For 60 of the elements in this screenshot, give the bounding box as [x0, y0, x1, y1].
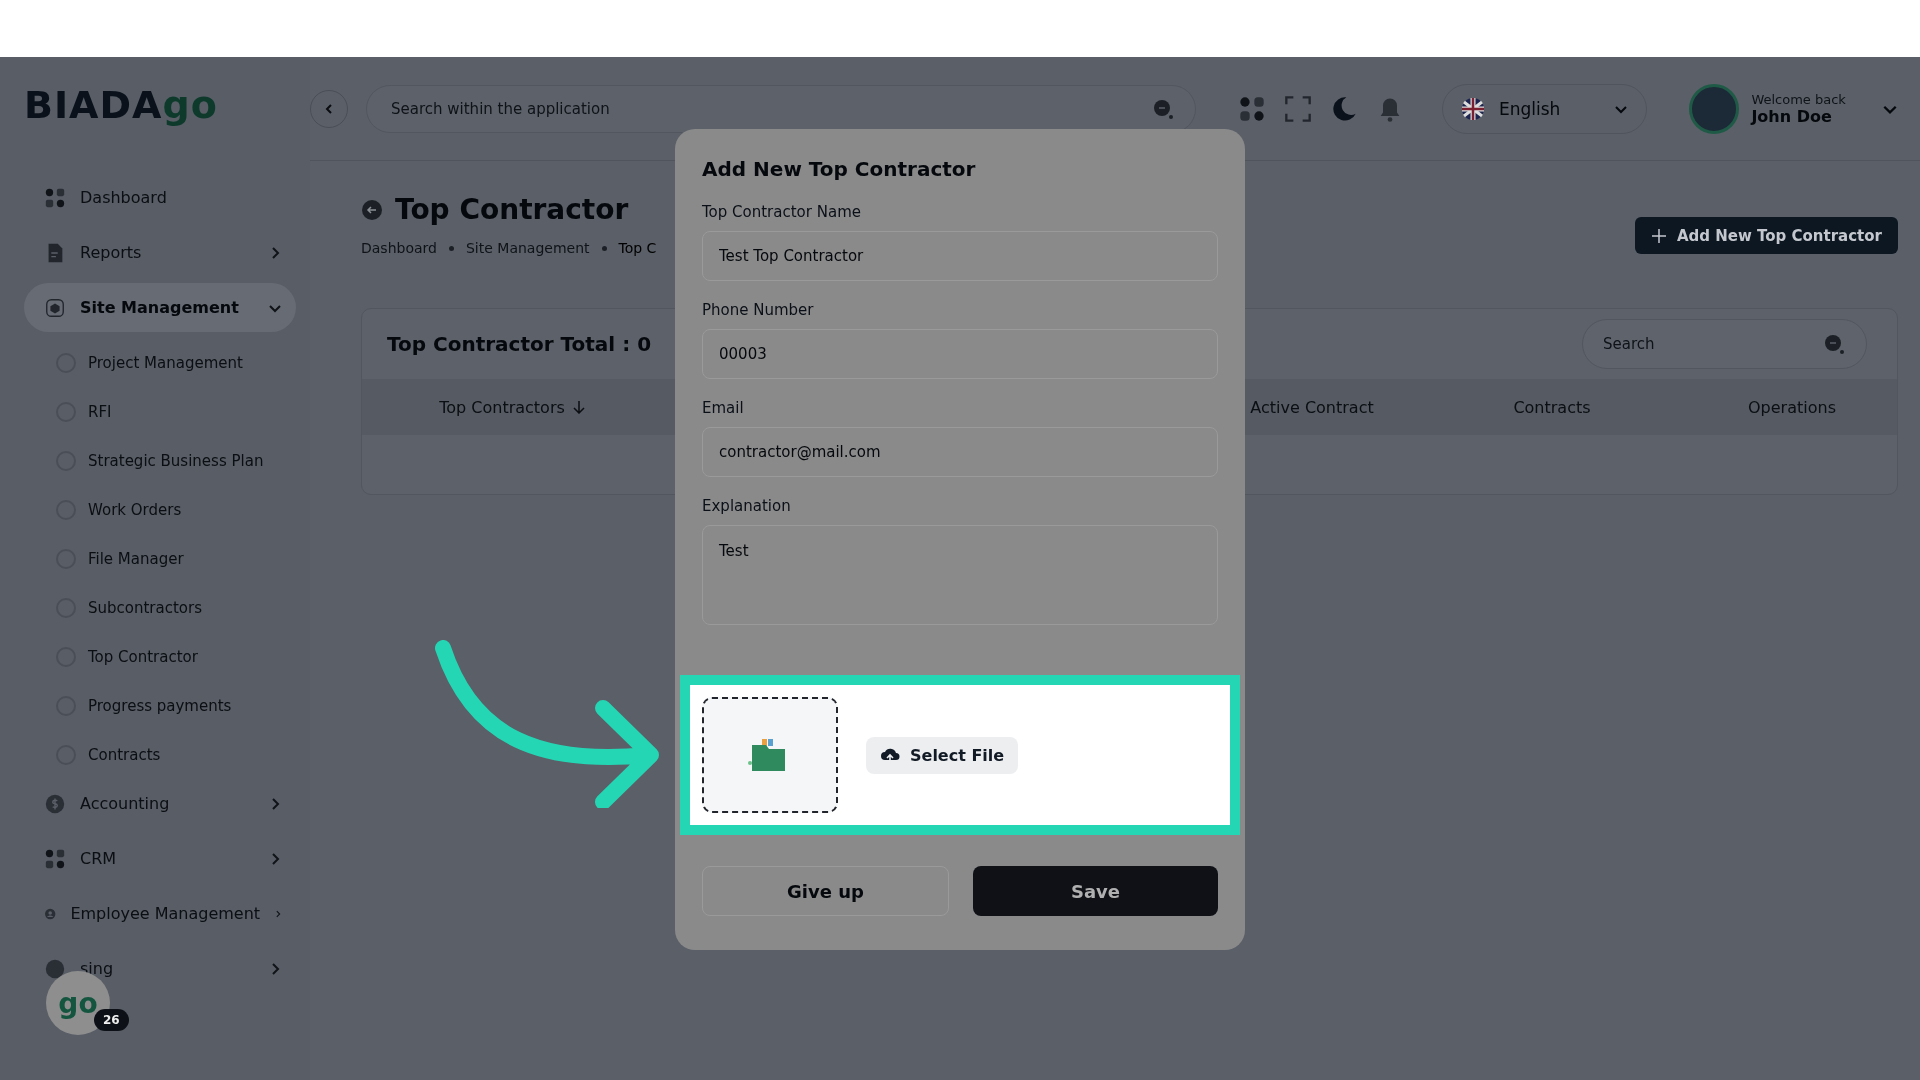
breadcrumb-link[interactable]: Site Management — [465, 240, 590, 256]
column-header[interactable]: Contracts — [1513, 397, 1591, 417]
chevron-icon — [323, 102, 335, 115]
sidebar-item[interactable]: Site Management — [24, 283, 296, 332]
menu-icon — [44, 957, 66, 980]
total-count: Top Contractor Total : 0 — [387, 332, 652, 356]
sort-arrow-icon[interactable] — [572, 400, 585, 414]
sidebar-subitem[interactable]: Top Contractor — [24, 632, 296, 681]
breadcrumb-link[interactable]: Top C — [618, 240, 657, 256]
sidebar-item[interactable]: CRM — [24, 834, 296, 883]
search-field[interactable]: Search within the application — [366, 84, 1196, 133]
search-field[interactable]: Search — [1582, 319, 1867, 369]
app-logo: BIADAgo — [24, 82, 219, 129]
menu-icon — [44, 296, 66, 319]
column-header[interactable]: Operations — [1748, 397, 1836, 417]
sidebar-subitem[interactable]: File Manager — [24, 534, 296, 583]
sidebar-subitem[interactable]: Strategic Business Plan — [24, 436, 296, 485]
sidebar-item[interactable]: Employee Management — [24, 889, 296, 938]
column-header[interactable]: Top Contractors — [439, 397, 565, 417]
welcome-text: Welcome back — [1751, 91, 1846, 107]
cancel-button[interactable]: Give up — [702, 866, 949, 916]
sidebar-item[interactable]: Accounting — [24, 779, 296, 828]
moon-icon[interactable] — [1330, 94, 1358, 123]
count-badge: 26 — [94, 1009, 129, 1031]
sidebar-subitem[interactable]: RFI — [24, 387, 296, 436]
user-name: John Doe — [1751, 106, 1833, 126]
page-title: Top Contractor — [395, 193, 629, 226]
select-file-button[interactable]: Select File — [866, 736, 1019, 774]
search-icon — [1152, 97, 1174, 120]
menu-icon — [44, 847, 66, 870]
breadcrumb-link[interactable]: Dashboard — [361, 240, 437, 256]
back-icon[interactable] — [361, 198, 383, 221]
column-header[interactable]: Active Contract — [1250, 397, 1374, 417]
sidebar-subitem[interactable]: Progress payments — [24, 681, 296, 730]
search-icon — [1823, 333, 1845, 355]
file-drop-zone[interactable] — [702, 697, 838, 813]
input-field[interactable]: 00003 — [702, 329, 1218, 379]
menu-icon — [44, 186, 66, 209]
sidebar-subitem[interactable]: Work Orders — [24, 485, 296, 534]
field-label: Phone Number — [702, 301, 815, 319]
field-label: Explanation — [702, 497, 792, 515]
sidebar-subitem[interactable]: Project Management — [24, 338, 296, 387]
sidebar-item[interactable]: Dashboard — [24, 173, 296, 222]
add-button[interactable]: Add New Top Contractor — [1634, 217, 1898, 254]
sidebar-subitem[interactable]: Subcontractors — [24, 583, 296, 632]
input-field[interactable]: Test Top Contractor — [702, 231, 1218, 281]
text-area[interactable]: Test — [702, 525, 1218, 625]
field-label: Top Contractor Name — [702, 203, 862, 221]
menu-icon — [44, 792, 66, 815]
sidebar-subitem[interactable]: Contracts — [24, 730, 296, 779]
fullscreen-icon[interactable] — [1284, 94, 1312, 123]
flag-icon — [1461, 96, 1485, 121]
plus-icon — [1650, 227, 1667, 244]
field-label: Email — [702, 399, 745, 417]
sidebar-item[interactable]: Reports — [24, 228, 296, 277]
apps-icon[interactable] — [1238, 94, 1266, 123]
language-selector[interactable]: English — [1442, 83, 1648, 134]
save-button[interactable]: Save — [973, 866, 1218, 916]
input-field[interactable]: contractor@mail.com — [702, 427, 1218, 477]
modal-title: Add New Top Contractor — [702, 157, 977, 181]
